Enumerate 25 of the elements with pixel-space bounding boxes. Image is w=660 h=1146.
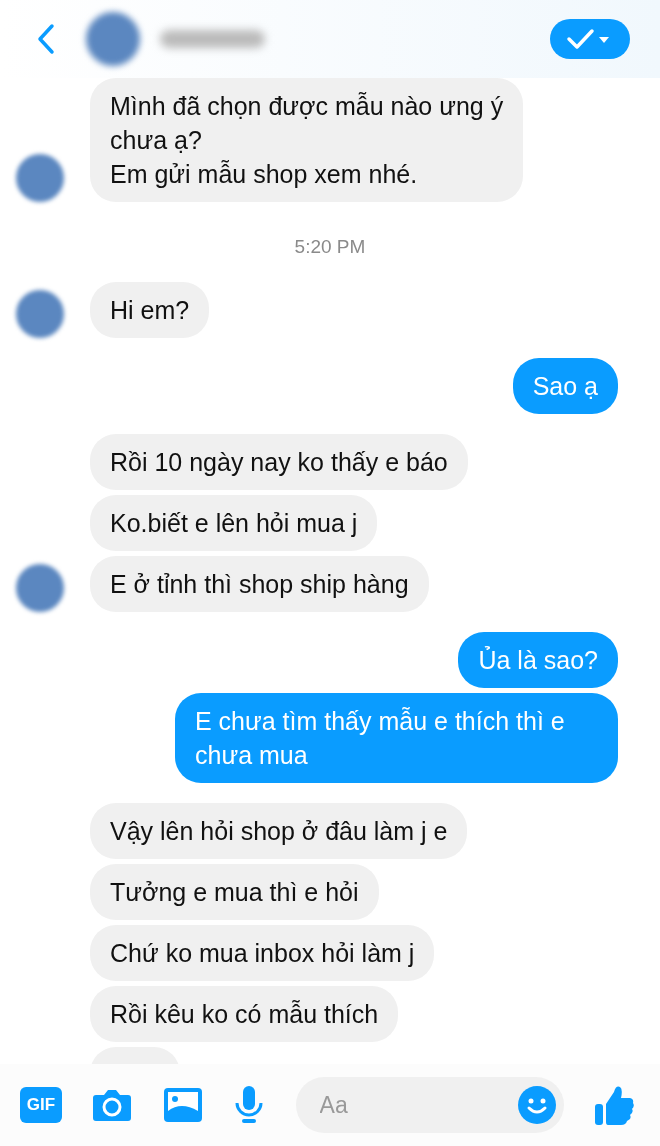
- avatar: [16, 564, 64, 612]
- message-bubble: Chứ ko mua inbox hỏi làm j: [90, 925, 435, 981]
- message-bubble: Ko.biết e lên hỏi mua j: [90, 495, 378, 551]
- message-field[interactable]: Aa: [295, 1077, 564, 1133]
- message-bubble: Sao ạ: [512, 358, 618, 414]
- image-icon[interactable]: [162, 1087, 203, 1123]
- avatar[interactable]: [86, 12, 140, 66]
- avatar: [16, 154, 64, 202]
- back-icon[interactable]: [36, 23, 56, 55]
- message-bubble: Rồi kêu ko có mẫu thích: [90, 986, 399, 1042]
- message-bubble: Rồi 10 ngày nay ko thấy e báo: [90, 434, 468, 490]
- message-bubble: Hi em?: [90, 282, 210, 338]
- camera-icon[interactable]: [92, 1087, 133, 1123]
- message-bubble: Tưởng e mua thì e hỏi: [90, 864, 379, 920]
- thumbs-up-icon[interactable]: [593, 1084, 634, 1126]
- message-bubble: E ở tỉnh thì shop ship hàng: [90, 556, 429, 612]
- avatar: [16, 290, 64, 338]
- smiley-icon[interactable]: [517, 1086, 556, 1124]
- gif-button[interactable]: GIF: [20, 1087, 62, 1123]
- timestamp: 5:20 PM: [293, 236, 367, 258]
- message-bubble: Ủa là sao?: [458, 632, 618, 688]
- message-bubble: Vậy lên hỏi shop ở đâu làm j e: [90, 803, 468, 859]
- check-dropdown-button[interactable]: [550, 19, 630, 59]
- message-bubble: Mình đã chọn được mẫu nào ưng ý chưa ạ? Em gửi mẫu shop xem nhé.: [90, 78, 524, 202]
- message-bubble: E chưa tìm thấy mẫu e thích thì e chưa mua: [175, 693, 618, 783]
